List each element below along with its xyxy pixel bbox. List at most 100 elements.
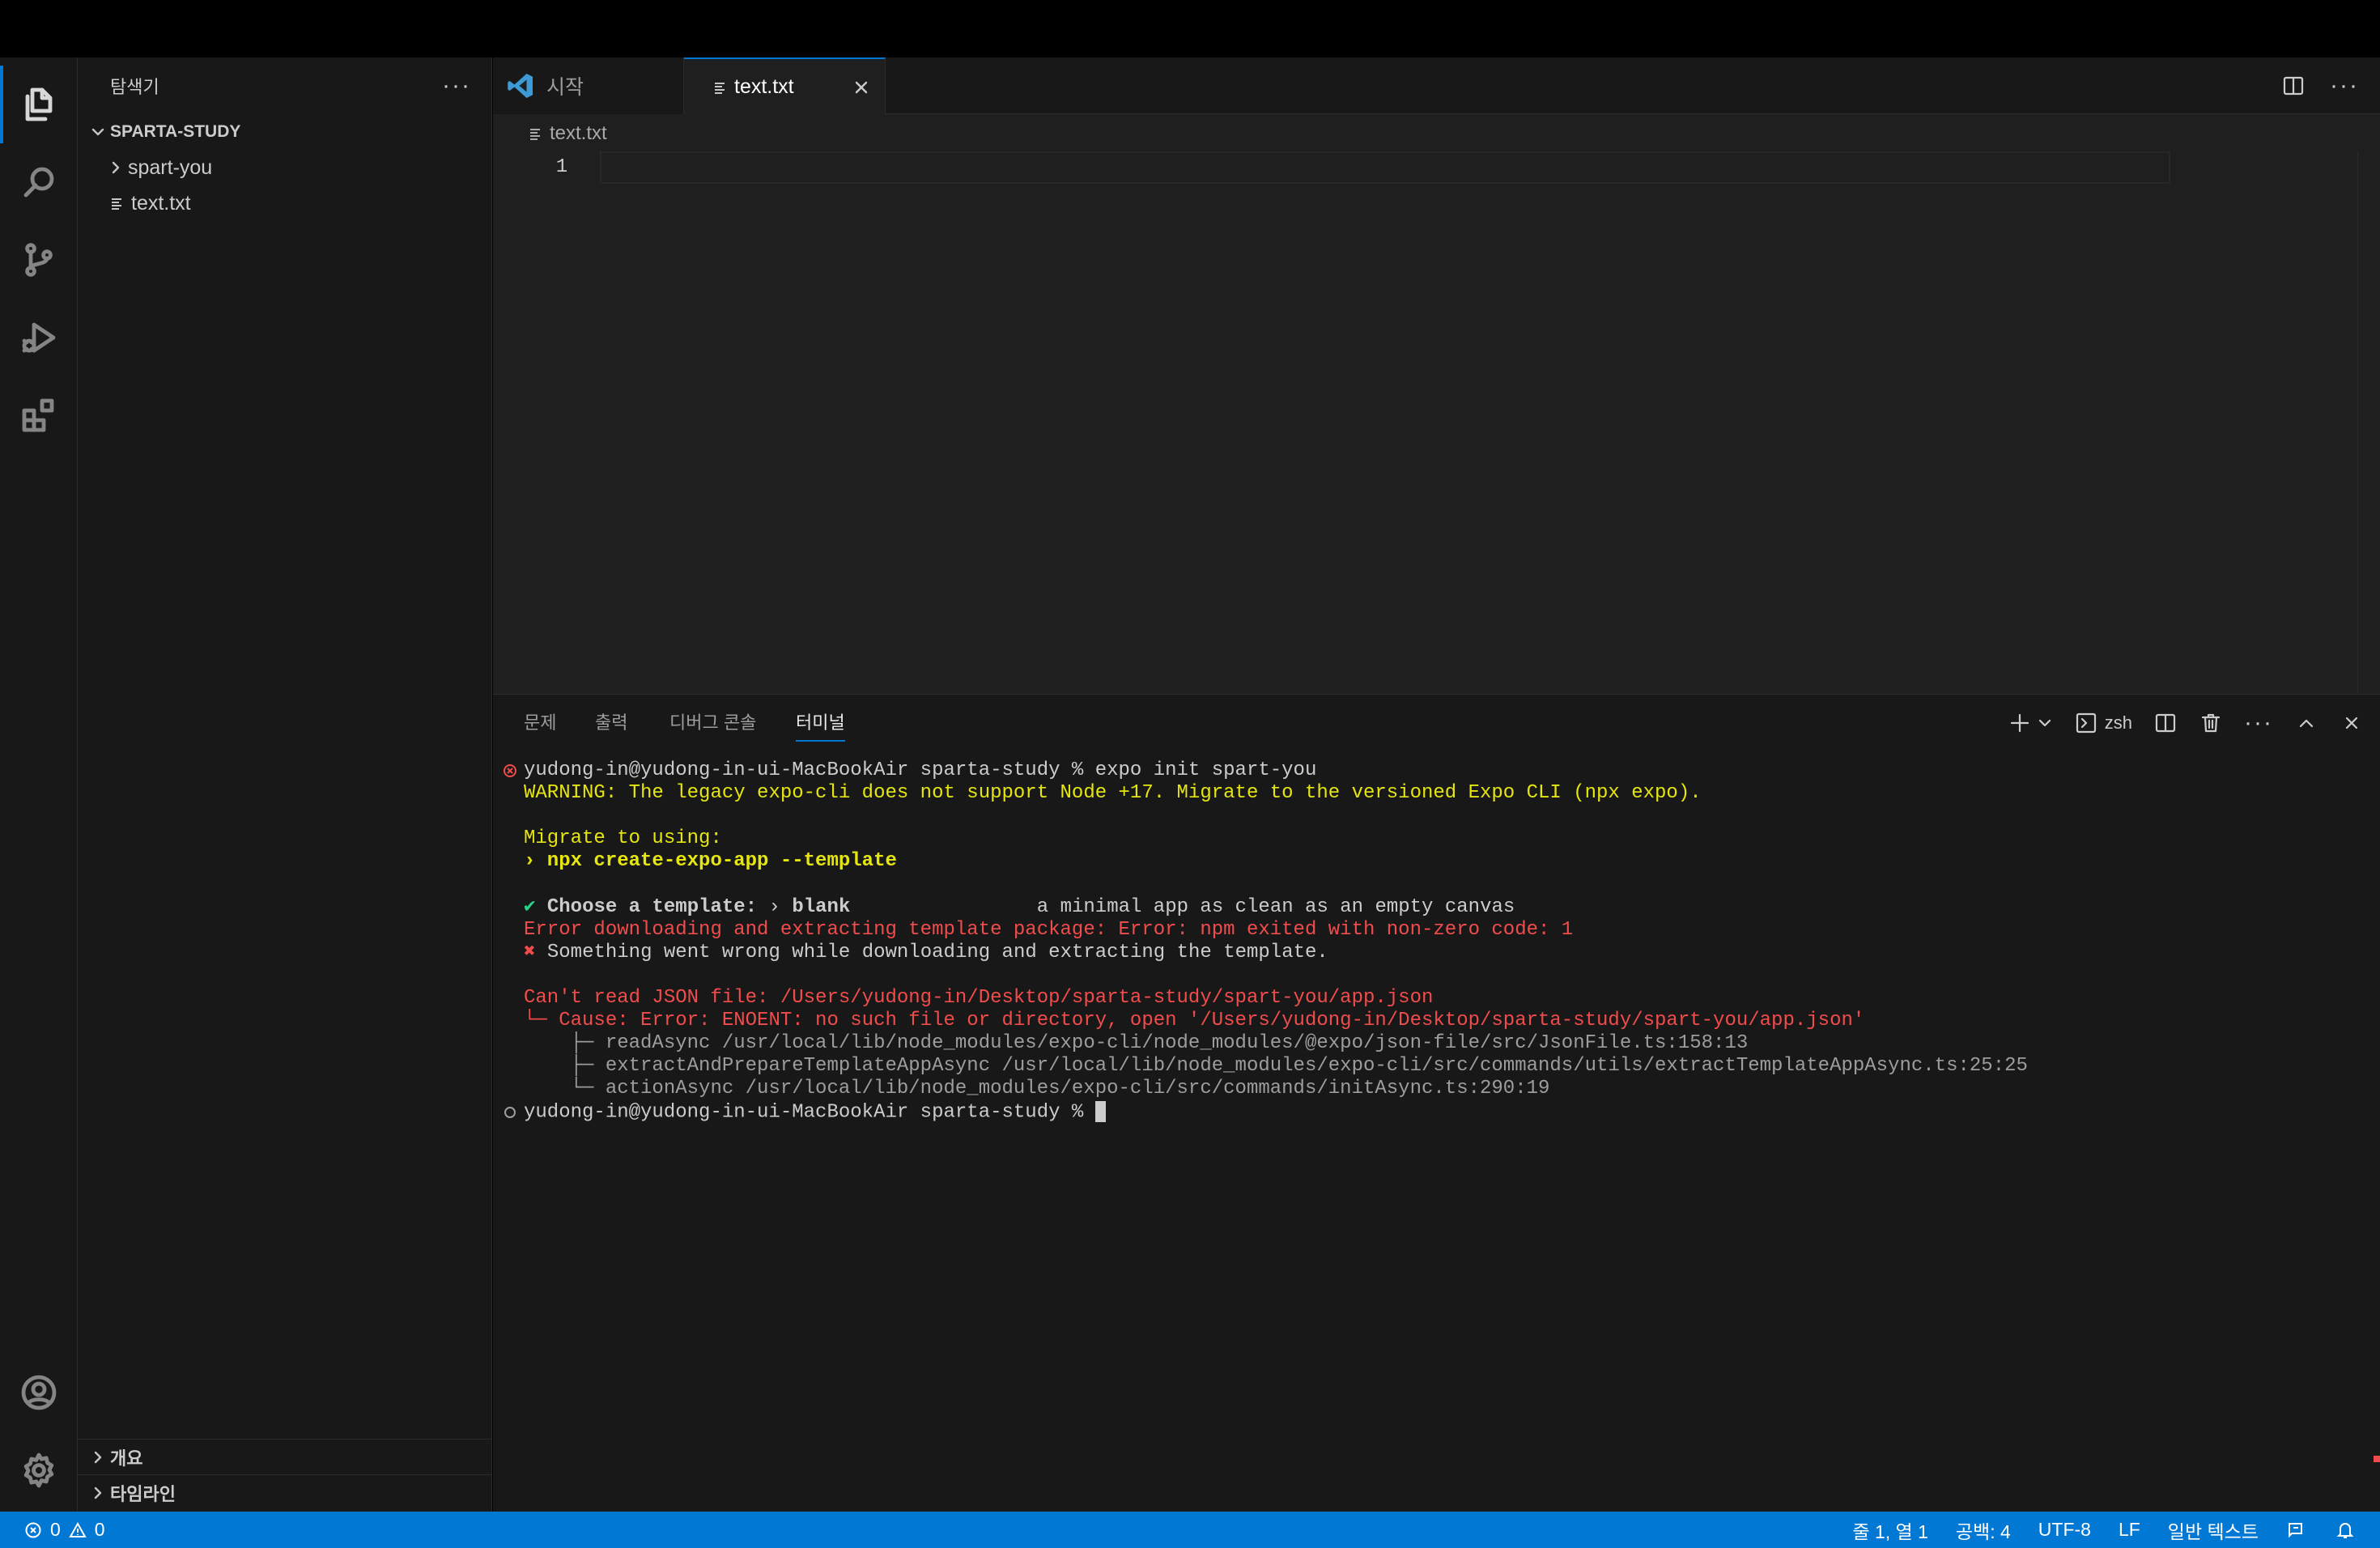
problems-status[interactable]: 0 0 (24, 1512, 105, 1548)
indentation[interactable]: 공백: 4 (1956, 1516, 2011, 1544)
account-icon[interactable] (0, 1354, 78, 1431)
terminal-scroll-marker (2374, 1456, 2380, 1462)
command-error-decoration-icon[interactable] (503, 763, 517, 778)
tab-output[interactable]: 출력 (595, 709, 627, 742)
terminal-line: Can't read JSON file: /Users/yudong-in/D… (524, 987, 1433, 1010)
tab-terminal[interactable]: 터미널 (796, 709, 845, 742)
terminal-line: ✖ Something went wrong while downloading… (524, 942, 1328, 964)
chevron-right-icon (104, 155, 128, 180)
tab-welcome[interactable]: 시작 (493, 57, 684, 114)
more-actions-icon[interactable]: ··· (2244, 709, 2273, 737)
bottom-panel: 문제 출력 디버그 콘솔 터미널 zsh ··· yudong-in@yudon… (493, 694, 2380, 1512)
chevron-right-icon (86, 1481, 110, 1505)
source-control-icon[interactable] (0, 221, 78, 299)
bell-icon[interactable] (2335, 1520, 2356, 1541)
editor-text-area[interactable] (600, 151, 2170, 184)
settings-gear-icon[interactable] (0, 1431, 78, 1509)
encoding[interactable]: UTF-8 (2038, 1519, 2091, 1541)
breadcrumb[interactable]: text.txt (525, 119, 607, 148)
terminal-line-text: └─ Cause: Error: ENOENT: no such file or… (524, 1010, 1865, 1032)
text-file-icon (525, 124, 545, 143)
chevron-down-icon[interactable] (2037, 715, 2053, 731)
terminal-line-text: Choose a template: › blank a minimal app… (546, 895, 1515, 918)
editor-tabs: 시작 text.txt ··· (493, 57, 2380, 115)
more-actions-icon[interactable]: ··· (2330, 72, 2359, 100)
terminal-line-text: └─ actionAsync /usr/local/lib/node_modul… (524, 1078, 1550, 1100)
end-of-line[interactable]: LF (2119, 1519, 2140, 1541)
terminal-line-text: ├─ extractAndPrepareTemplateAppAsync /us… (524, 1055, 2028, 1078)
explorer-sidebar: 탐색기 ··· SPARTA-STUDY spart-you text.txt … (78, 57, 492, 1512)
more-actions-icon[interactable]: ··· (442, 74, 471, 98)
terminal-line: └─ Cause: Error: ENOENT: no such file or… (524, 1010, 1864, 1032)
timeline-section[interactable]: 타임라인 (78, 1474, 492, 1510)
tree-item-spart-you[interactable]: spart-you (78, 150, 492, 185)
tree-item-label: spart-you (128, 155, 213, 179)
tab-debug-console[interactable]: 디버그 콘솔 (669, 709, 756, 742)
explorer-icon[interactable] (0, 66, 78, 143)
search-icon[interactable] (0, 143, 78, 221)
tab-problems[interactable]: 문제 (524, 709, 556, 742)
activity-bar (0, 57, 78, 1512)
tree-item-text-txt[interactable]: text.txt (78, 185, 492, 221)
terminal-line: ├─ extractAndPrepareTemplateAppAsync /us… (524, 1055, 2028, 1078)
maximize-panel-icon[interactable] (2294, 711, 2318, 735)
extensions-icon[interactable] (0, 376, 78, 454)
terminal-line-text: Migrate to using: (524, 827, 722, 850)
terminal-line-prefix: ✔ (524, 895, 547, 918)
terminal-line-text: › npx create-expo-app --template (524, 850, 897, 873)
split-editor-icon[interactable] (2281, 74, 2306, 98)
terminal-line: › npx create-expo-app --template (524, 850, 897, 873)
tab-label: 시작 (546, 76, 584, 99)
vscode-logo-icon (508, 74, 533, 98)
outline-section[interactable]: 개요 (78, 1439, 492, 1474)
run-debug-icon[interactable] (0, 299, 78, 376)
close-icon[interactable] (849, 75, 873, 100)
workspace-folder-header[interactable]: SPARTA-STUDY (78, 114, 492, 150)
terminal-line: yudong-in@yudong-in-ui-MacBookAir sparta… (524, 759, 1316, 782)
error-icon (25, 1522, 41, 1537)
terminal-line-prefix: ✖ (524, 941, 547, 963)
outline-section-label: 개요 (110, 1448, 143, 1469)
warning-count: 0 (94, 1519, 105, 1540)
workspace-folder-name: SPARTA-STUDY (110, 122, 241, 141)
terminal-line-text: yudong-in@yudong-in-ui-MacBookAir sparta… (524, 1100, 1095, 1123)
sidebar-header: 탐색기 ··· (78, 57, 492, 114)
window-title-bar (0, 0, 2380, 57)
shell-name: zsh (2104, 712, 2133, 733)
terminal-cursor (1094, 1100, 1106, 1122)
terminal-shell-selector[interactable]: zsh (2074, 711, 2132, 735)
breadcrumb-file: text.txt (550, 122, 607, 144)
terminal-line-text: Error downloading and extracting templat… (524, 918, 1574, 941)
panel-tabs: 문제 출력 디버그 콘솔 터미널 zsh ··· (493, 695, 2380, 751)
terminal-line-text: Something went wrong while downloading a… (546, 941, 1328, 963)
terminal-line-text: ├─ readAsync /usr/local/lib/node_modules… (524, 1032, 1749, 1055)
terminal-line: Error downloading and extracting templat… (524, 919, 1573, 942)
terminal-line-text: WARNING: The legacy expo-cli does not su… (524, 782, 1702, 805)
status-right: 줄 1, 열 1 공백: 4 UTF-8 LF 일반 텍스트 (1852, 1512, 2356, 1548)
vscode-window: 탐색기 ··· SPARTA-STUDY spart-you text.txt … (0, 57, 2380, 1512)
terminal-line: WARNING: The legacy expo-cli does not su… (524, 782, 1702, 805)
command-idle-decoration-icon[interactable] (503, 1105, 517, 1120)
terminal-line: Migrate to using: (524, 827, 722, 850)
editor-actions: ··· (2281, 57, 2380, 114)
split-terminal-icon[interactable] (2153, 711, 2178, 735)
text-file-icon (710, 78, 729, 97)
cursor-position[interactable]: 줄 1, 열 1 (1852, 1516, 1927, 1544)
chevron-down-icon (86, 120, 110, 144)
feedback-icon[interactable] (2286, 1520, 2307, 1541)
terminal-output[interactable]: yudong-in@yudong-in-ui-MacBookAir sparta… (493, 753, 2380, 1506)
new-terminal-icon[interactable] (2008, 711, 2032, 735)
tab-text-txt[interactable]: text.txt (684, 57, 886, 115)
language-mode[interactable]: 일반 텍스트 (2168, 1516, 2259, 1544)
editor-scrollbar[interactable] (2357, 151, 2380, 694)
error-count: 0 (50, 1519, 61, 1540)
panel-actions: zsh ··· (2008, 695, 2364, 751)
trash-icon[interactable] (2199, 711, 2223, 735)
close-panel-icon[interactable] (2340, 711, 2364, 735)
tree-item-label: text.txt (131, 191, 191, 215)
line-number: 1 (555, 156, 568, 178)
tab-label: text.txt (734, 75, 794, 98)
terminal-line-text: Can't read JSON file: /Users/yudong-in/D… (524, 987, 1434, 1009)
warning-icon (69, 1521, 87, 1537)
text-file-icon (107, 194, 126, 213)
